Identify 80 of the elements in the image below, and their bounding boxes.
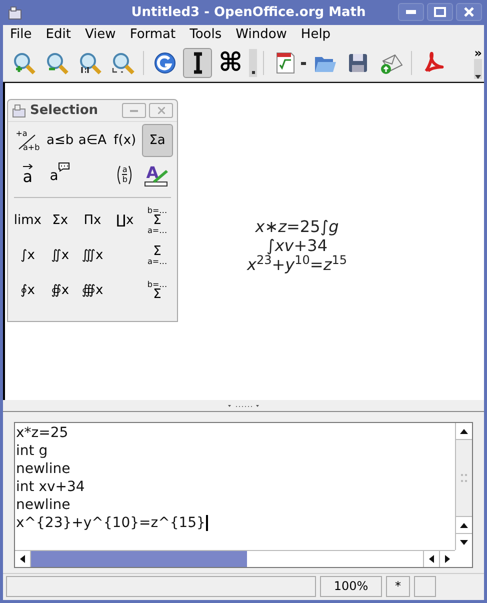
symbol-button[interactable]: Σa (142, 124, 173, 157)
window-icon (12, 104, 26, 118)
zoom-out-icon (44, 51, 68, 75)
scroll-up-icon (460, 428, 468, 434)
editor-line: int g (16, 442, 48, 460)
speech-bubble-icon (58, 162, 70, 172)
dropdown-arrow-icon (475, 75, 481, 79)
symbol-button[interactable]: ∰x (76, 274, 108, 307)
window-icon (7, 5, 23, 21)
splitter-handle-icon[interactable] (226, 404, 262, 408)
menu-item[interactable]: Help (300, 25, 331, 45)
symbol-button[interactable]: b=… Σ a=… (142, 204, 173, 237)
scroll-grip-icon (461, 474, 467, 482)
symbol-button[interactable]: +a a+b (12, 124, 44, 157)
formula-line: x$^{23}$+y$^{10}$=z$^{15}$ (247, 255, 347, 274)
modified-indicator: * (395, 578, 401, 595)
symbol-button[interactable]: b=… Σ (142, 274, 173, 307)
symbol-button[interactable]: ∬x (44, 239, 76, 272)
maximize-icon (434, 7, 446, 17)
vertical-scrollbar[interactable] (455, 423, 472, 550)
scroll-left-icon (429, 555, 434, 563)
menu-item[interactable]: Tools (190, 25, 222, 45)
symbol-button[interactable]: A (142, 158, 173, 191)
close-button[interactable] (456, 3, 482, 21)
symbol-button[interactable]: ∮x (12, 274, 44, 307)
close-button[interactable] (149, 103, 173, 118)
minimize-icon (406, 10, 416, 14)
toolbar-overflow-button[interactable]: » (474, 47, 482, 59)
scroll-thumb[interactable] (31, 551, 247, 567)
minimize-button[interactable] (122, 103, 146, 118)
right-paren-icon (128, 164, 134, 184)
zoom-fit-icon (110, 51, 134, 75)
symbol-button[interactable]: ∭x (76, 239, 108, 272)
status-field (414, 576, 436, 596)
menu-item[interactable]: Edit (46, 25, 71, 45)
window-title: Selection (30, 102, 98, 120)
menu-item[interactable]: Window (236, 25, 287, 45)
symbol-button[interactable]: ∐x (109, 204, 141, 237)
symbol-button[interactable]: a (44, 158, 76, 191)
refresh-icon (152, 51, 176, 75)
editor-line: x^{23}+y^{10}=z^{15} (16, 514, 206, 532)
left-paren-icon (116, 164, 122, 184)
menu-item[interactable]: File (10, 25, 32, 45)
vector-arrow-icon (22, 164, 33, 169)
editor-line: int xv+34 (16, 478, 85, 496)
close-icon (464, 7, 474, 17)
formula-line: x∗z=25∫g (255, 217, 339, 236)
symbol-button[interactable]: Σx (44, 204, 76, 237)
formula-editor[interactable]: x*z=25 int g newline int xv+34 newline x^{23}+y^{10}=z^{15} (14, 422, 473, 568)
text-cursor (206, 515, 208, 531)
symbol-button[interactable]: f(x) (109, 124, 141, 157)
menu-item[interactable]: View (84, 25, 116, 45)
menu-item[interactable]: Format (130, 25, 176, 45)
scroll-up-icon (460, 522, 468, 528)
maximize-button[interactable] (427, 3, 453, 21)
symbol-button[interactable]: a∈A (76, 124, 108, 157)
symbol-button[interactable]: a b (109, 158, 141, 191)
scroll-left-icon (20, 555, 25, 563)
symbol-button[interactable]: ∫x (12, 239, 44, 272)
editor-line: newline (16, 496, 70, 514)
editor-line: x*z=25 (16, 424, 68, 442)
symbol-button[interactable]: ∯x (44, 274, 76, 307)
minimize-button[interactable] (398, 3, 424, 21)
symbol-button[interactable]: limx (12, 204, 44, 237)
close-icon (158, 107, 164, 114)
zoom-in-icon (12, 51, 36, 75)
editor-line: newline (16, 460, 70, 478)
symbols-button[interactable]: ⌘ (216, 48, 245, 78)
scroll-down-icon (460, 540, 468, 544)
symbol-button[interactable]: Σ a=… (142, 239, 173, 272)
window-title: Untitled3 - OpenOffice.org Math (130, 4, 366, 22)
symbol-button[interactable]: a≤b (44, 124, 76, 157)
formula-line: ∫xv+34 (266, 236, 328, 255)
minimize-icon (130, 110, 138, 112)
toolbar-button[interactable] (183, 48, 212, 78)
scroll-right-icon (445, 555, 450, 563)
zoom-actual-size-icon (78, 51, 102, 75)
horizontal-scrollbar[interactable] (15, 550, 455, 567)
symbol-button[interactable]: Πx (76, 204, 108, 237)
symbol-button[interactable]: a (12, 158, 44, 191)
